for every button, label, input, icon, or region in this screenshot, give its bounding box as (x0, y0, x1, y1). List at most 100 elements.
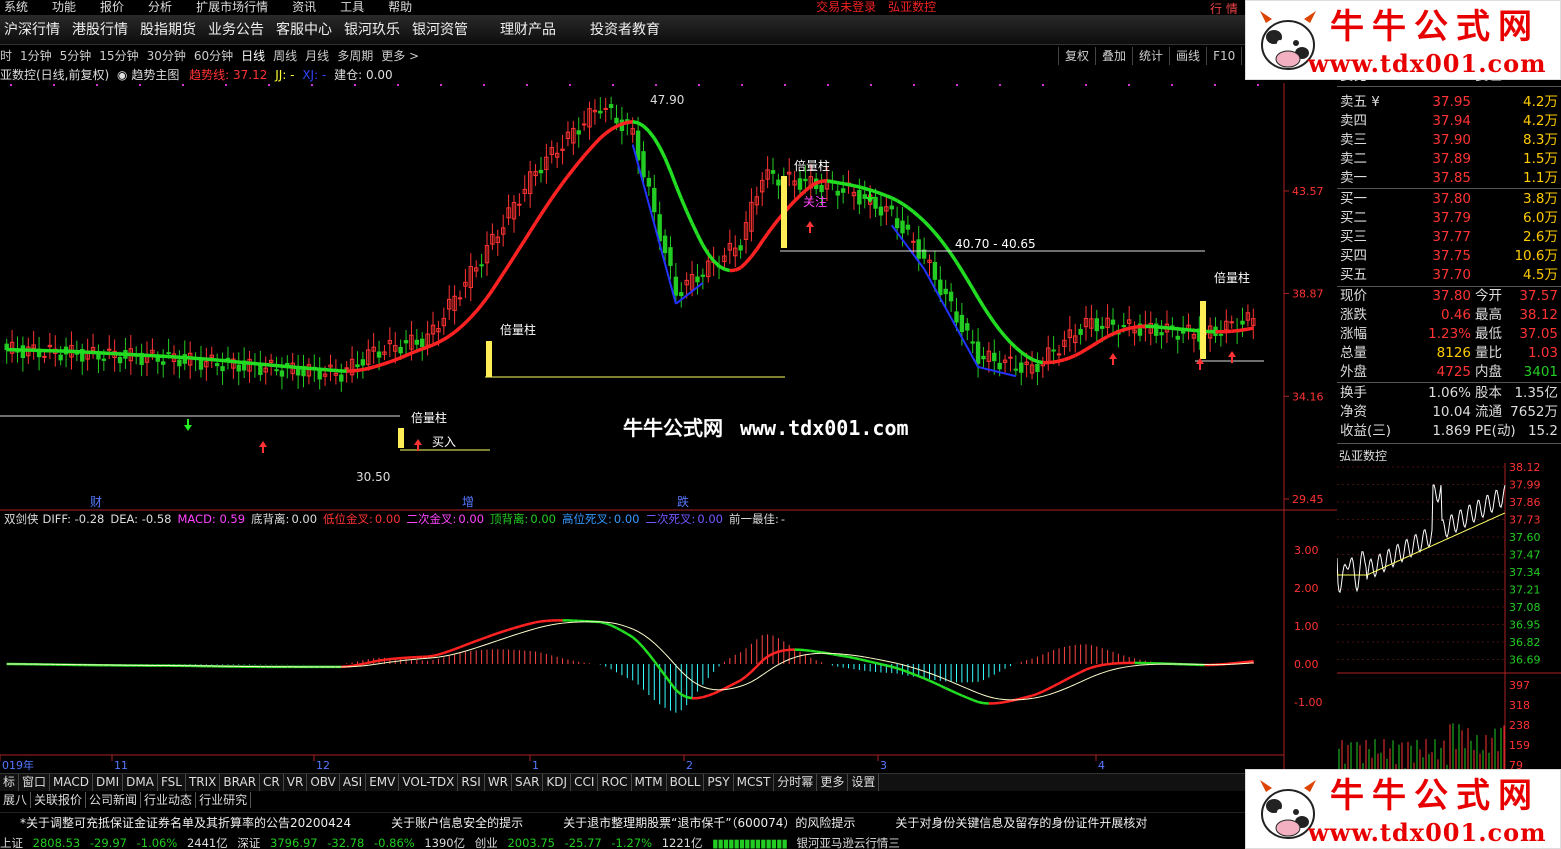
tool-button-2[interactable]: 统计 (1132, 47, 1169, 65)
indicator-tab-12[interactable]: EMV (366, 774, 400, 791)
tool-button-1[interactable]: 叠加 (1095, 47, 1132, 65)
indicator-tab-4[interactable]: DMA (123, 774, 158, 791)
main-indicator-name[interactable]: 趋势主图 (131, 68, 179, 82)
indicator-tab-9[interactable]: VR (284, 774, 308, 791)
buy-level-0[interactable]: 买一 37.80 3.8万 (1337, 190, 1561, 209)
indicator-tab-21[interactable]: BOLL (667, 774, 705, 791)
buy-level-2[interactable]: 买三 37.77 2.6万 (1337, 228, 1561, 247)
news-item-1[interactable]: 关于账户信息安全的提示 (391, 813, 523, 832)
tool-button-3[interactable]: 画线 (1169, 47, 1206, 65)
period-tab-5[interactable]: 60分钟 (194, 47, 233, 65)
period-tab-1[interactable]: 1分钟 (20, 47, 52, 65)
sell-level-3[interactable]: 卖二 37.89 1.5万 (1337, 150, 1561, 169)
indicator-tab-13[interactable]: VOL-TDX (399, 774, 459, 791)
indicator-tab-7[interactable]: BRAR (220, 774, 261, 791)
period-tab-8[interactable]: 月线 (305, 47, 329, 65)
indicator-tab-5[interactable]: FSL (158, 774, 186, 791)
indicator-tab-24[interactable]: 分时幂 (774, 774, 818, 791)
sell-level-2[interactable]: 卖三 37.90 8.3万 (1337, 131, 1561, 150)
indicator-tab-11[interactable]: ASI (340, 774, 367, 791)
indicator-tab-18[interactable]: CCI (571, 774, 599, 791)
diff-segment (815, 650, 822, 654)
sell-level-4[interactable]: 卖一 37.85 1.1万 (1337, 169, 1561, 188)
buy-level-1[interactable]: 买二 37.79 6.0万 (1337, 209, 1561, 228)
fund-value: 10.04 (1432, 404, 1471, 420)
indicator-tab-15[interactable]: WR (485, 774, 513, 791)
nav-item-8[interactable]: 投资者教育 (590, 15, 660, 45)
nav-item-4[interactable]: 客服中心 (276, 15, 332, 45)
diff-segment (519, 623, 526, 628)
news-item-0[interactable]: *关于调整可充抵保证金证券名单及其折算率的公告20200424 (20, 813, 351, 832)
indicator-tab-26[interactable]: 设置 (848, 774, 880, 791)
indicator-toggle-icon[interactable]: ◉ (117, 68, 127, 82)
sell-level-1[interactable]: 卖四 37.94 4.2万 (1337, 112, 1561, 131)
indicator-tab-3[interactable]: DMI (93, 774, 124, 791)
time-tick-label: 12 (316, 759, 330, 772)
tool-button-4[interactable]: F10 (1206, 47, 1241, 65)
indicator-tab-25[interactable]: 更多 (817, 774, 849, 791)
indicator-tab-16[interactable]: SAR (512, 774, 544, 791)
period-tab-6[interactable]: 日线 (241, 47, 265, 65)
bottom-tab-2[interactable]: 公司新闻 (86, 792, 142, 808)
bottom-tab-0[interactable]: 展八 (0, 792, 32, 808)
right-tab-label[interactable]: 行 情 (1210, 0, 1250, 14)
indicator-tab-19[interactable]: ROC (598, 774, 632, 791)
login-status[interactable]: 交易未登录 (812, 1, 876, 13)
indicator-tab-10[interactable]: OBV (307, 774, 340, 791)
period-tab-0[interactable]: 时 (0, 47, 12, 65)
buy-level-3[interactable]: 买四 37.75 10.6万 (1337, 247, 1561, 266)
indicator-tab-14[interactable]: RSI (458, 774, 485, 791)
news-item-3[interactable]: 关于对身份关键信息及留存的身份证件开展核对 (895, 813, 1147, 832)
menu-item-3[interactable]: 分析 (144, 1, 172, 13)
intraday-mini-chart[interactable]: 38.12 37.99 37.86 37.73 37.60 37.47 37.34 37.21… (1337, 463, 1561, 775)
indicator-tab-22[interactable]: PSY (704, 774, 734, 791)
broker-server-label[interactable]: 银河亚马逊云行情三 (796, 835, 900, 849)
indicator-tab-23[interactable]: MCST (734, 774, 775, 791)
menu-item-4[interactable]: 扩展市场行情 (192, 1, 268, 13)
dea-segment (848, 654, 855, 656)
indicator-tab-1[interactable]: 窗口 (19, 774, 51, 791)
menu-item-7[interactable]: 帮助 (384, 1, 412, 13)
bottom-tab-4[interactable]: 行业研究 (196, 792, 252, 808)
quote-price: 37.77 (1432, 229, 1471, 245)
top-dot (10, 84, 12, 86)
period-tab-9[interactable]: 多周期 (337, 47, 373, 65)
menu-item-6[interactable]: 工具 (336, 1, 364, 13)
nav-item-0[interactable]: 沪深行情 (4, 15, 60, 45)
nav-item-7[interactable]: 理财产品 (500, 15, 556, 45)
news-item-2[interactable]: 关于退市整理期股票“退市保千”（600074）的风险提示 (563, 813, 855, 832)
nav-item-5[interactable]: 银河玖乐 (344, 15, 400, 45)
stat-label: 总量 (1340, 345, 1367, 361)
mini-price-tick: 37.73 (1509, 514, 1541, 527)
indicator-tab-2[interactable]: MACD (50, 774, 94, 791)
tool-button-0[interactable]: 复权 (1058, 47, 1095, 65)
nav-item-6[interactable]: 银河资管 (412, 15, 468, 45)
bottom-tab-1[interactable]: 关联报价 (31, 792, 87, 808)
menu-item-0[interactable]: 系统 (0, 1, 28, 13)
period-tab-4[interactable]: 30分钟 (147, 47, 186, 65)
nav-item-1[interactable]: 港股行情 (72, 15, 128, 45)
indicator-tab-8[interactable]: CR (260, 774, 284, 791)
nav-item-2[interactable]: 股指期货 (140, 15, 196, 45)
indicator-tab-0[interactable]: 标 (0, 774, 20, 791)
nav-item-3[interactable]: 业务公告 (208, 15, 264, 45)
trend-segment (254, 361, 261, 366)
menu-item-2[interactable]: 报价 (96, 1, 124, 13)
indicator-tab-6[interactable]: TRIX (186, 774, 221, 791)
sell-level-0[interactable]: 卖五 ¥ 37.95 4.2万 (1337, 93, 1561, 112)
period-tab-10[interactable]: 更多 > (381, 47, 419, 65)
macd-info-line: 双剑侠 DIFF: -0.28 DEA: -0.58 MACD: 0.59 底背离: 0.… (0, 511, 785, 527)
buy-level-4[interactable]: 买五 37.70 4.5万 (1337, 266, 1561, 285)
macd-signal-value: - (780, 512, 785, 526)
macd-indicator-name[interactable]: 双剑侠 (4, 512, 39, 526)
menu-item-5[interactable]: 资讯 (288, 1, 316, 13)
period-tab-2[interactable]: 5分钟 (60, 47, 92, 65)
indicator-tab-17[interactable]: KDJ (543, 774, 572, 791)
indicator-tab-20[interactable]: MTM (632, 774, 667, 791)
candle-body (954, 311, 959, 323)
menu-item-1[interactable]: 功能 (48, 1, 76, 13)
bottom-tab-3[interactable]: 行业动态 (141, 792, 197, 808)
period-tab-3[interactable]: 15分钟 (99, 47, 138, 65)
macd-tick-label: 3.00 (1294, 544, 1319, 557)
period-tab-7[interactable]: 周线 (273, 47, 297, 65)
